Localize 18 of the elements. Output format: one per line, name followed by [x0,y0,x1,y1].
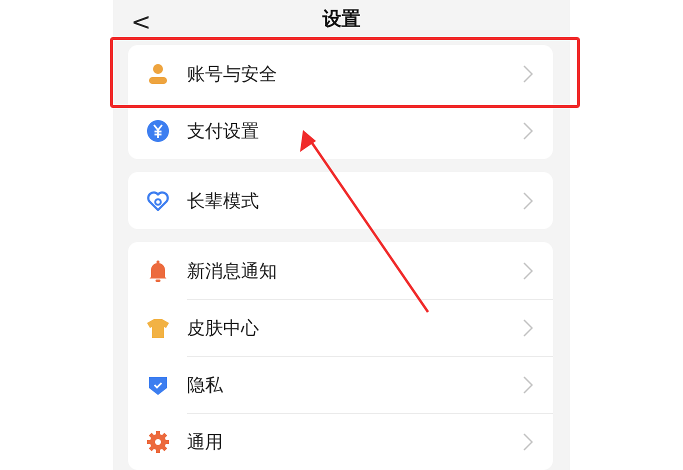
gear-icon [146,430,170,454]
page-title: 设置 [322,7,360,32]
settings-item[interactable]: 长辈模式 [128,172,553,229]
chevron-icon [523,262,533,280]
settings-item[interactable]: 新消息通知 [128,242,553,299]
chevron-icon [523,319,533,337]
chevron-icon [523,433,533,451]
chevron-icon [523,376,533,394]
back-button[interactable]: < [127,8,156,36]
settings-item[interactable]: 隐私 [128,356,553,413]
chevron-icon [523,122,533,140]
heart-icon [146,188,170,212]
yuan-icon [146,118,170,142]
chevron-icon [523,192,533,210]
settings-item[interactable]: 账号与安全 [128,45,553,102]
settings-item[interactable]: 皮肤中心 [128,299,553,356]
settings-item[interactable]: 通用 [128,413,553,470]
chevron-icon [523,64,533,82]
